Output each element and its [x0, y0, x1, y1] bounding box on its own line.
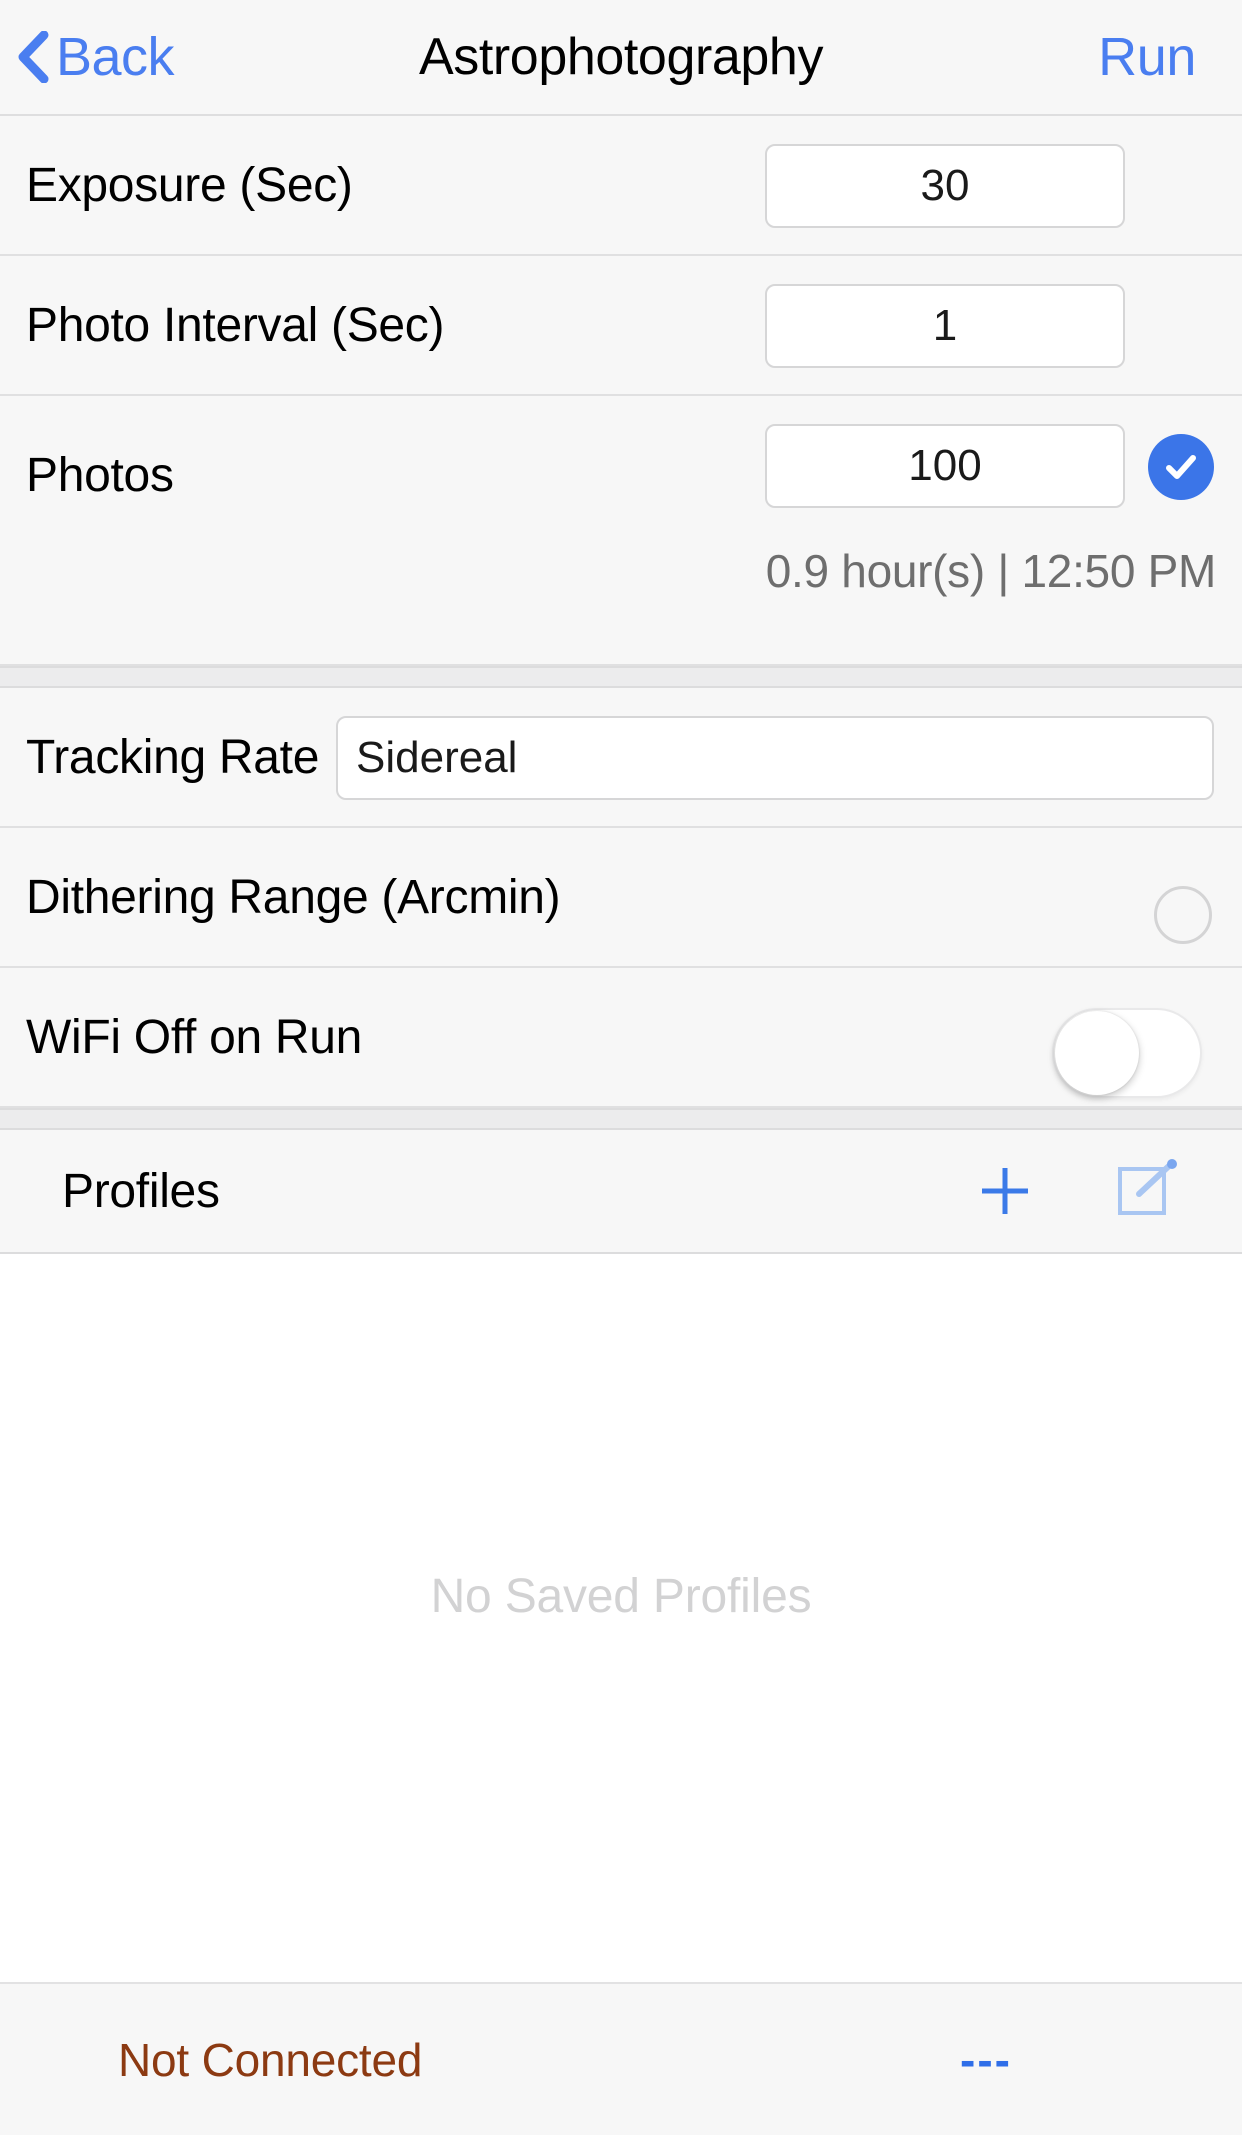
page-title: Astrophotography: [418, 28, 824, 86]
run-button[interactable]: Run: [1098, 26, 1196, 88]
photos-duration-caption: 0.9 hour(s) | 12:50 PM: [765, 545, 1217, 597]
row-photos-label: Photos: [26, 449, 174, 502]
tracking-rate-input[interactable]: Sidereal: [336, 716, 1214, 800]
row-wifi-off-on-run[interactable]: WiFi Off on Run: [0, 968, 1242, 1108]
row-photo-interval-label: Photo Interval (Sec): [26, 298, 445, 352]
row-wifi-off-label: WiFi Off on Run: [26, 1010, 363, 1064]
navigation-bar: Back Astrophotography Run: [0, 0, 1242, 116]
status-indicator: ---: [960, 2033, 1012, 2086]
app-screen: Back Astrophotography Run Exposure (Sec)…: [0, 0, 1242, 2135]
chevron-left-icon: [16, 31, 50, 83]
photos-input[interactable]: 100: [765, 424, 1125, 508]
status-bar: Not Connected ---: [0, 1982, 1242, 2135]
connection-status: Not Connected: [118, 2033, 423, 2086]
profiles-title: Profiles: [62, 1164, 220, 1218]
section-divider-2: [0, 1108, 1242, 1130]
row-dithering-range-label: Dithering Range (Arcmin): [26, 870, 561, 924]
wifi-off-toggle[interactable]: [1052, 1008, 1202, 1098]
profiles-empty-message: No Saved Profiles: [430, 1569, 812, 1623]
profiles-header: Profiles: [0, 1130, 1242, 1254]
row-dithering-range[interactable]: Dithering Range (Arcmin): [0, 828, 1242, 968]
photo-interval-input[interactable]: 1: [765, 284, 1125, 368]
row-exposure[interactable]: Exposure (Sec) 30: [0, 116, 1242, 256]
back-button-label: Back: [56, 27, 175, 87]
section-divider: [0, 666, 1242, 688]
profiles-actions: [974, 1158, 1180, 1224]
row-photos[interactable]: Photos 100 0.9 hour(s) | 12:50 PM: [0, 396, 1242, 666]
row-tracking-rate-label: Tracking Rate: [26, 730, 320, 784]
row-exposure-label: Exposure (Sec): [26, 158, 353, 212]
row-photo-interval[interactable]: Photo Interval (Sec) 1: [0, 256, 1242, 396]
check-circle-icon[interactable]: [1148, 434, 1214, 500]
back-button[interactable]: Back: [16, 27, 175, 87]
empty-circle-icon[interactable]: [1154, 886, 1212, 944]
profiles-list: No Saved Profiles: [0, 1254, 1242, 1982]
row-tracking-rate[interactable]: Tracking Rate Sidereal: [0, 688, 1242, 828]
plus-icon[interactable]: [974, 1160, 1036, 1222]
compose-edit-icon[interactable]: [1114, 1158, 1180, 1224]
toggle-knob: [1055, 1011, 1139, 1095]
exposure-input[interactable]: 30: [765, 144, 1125, 228]
